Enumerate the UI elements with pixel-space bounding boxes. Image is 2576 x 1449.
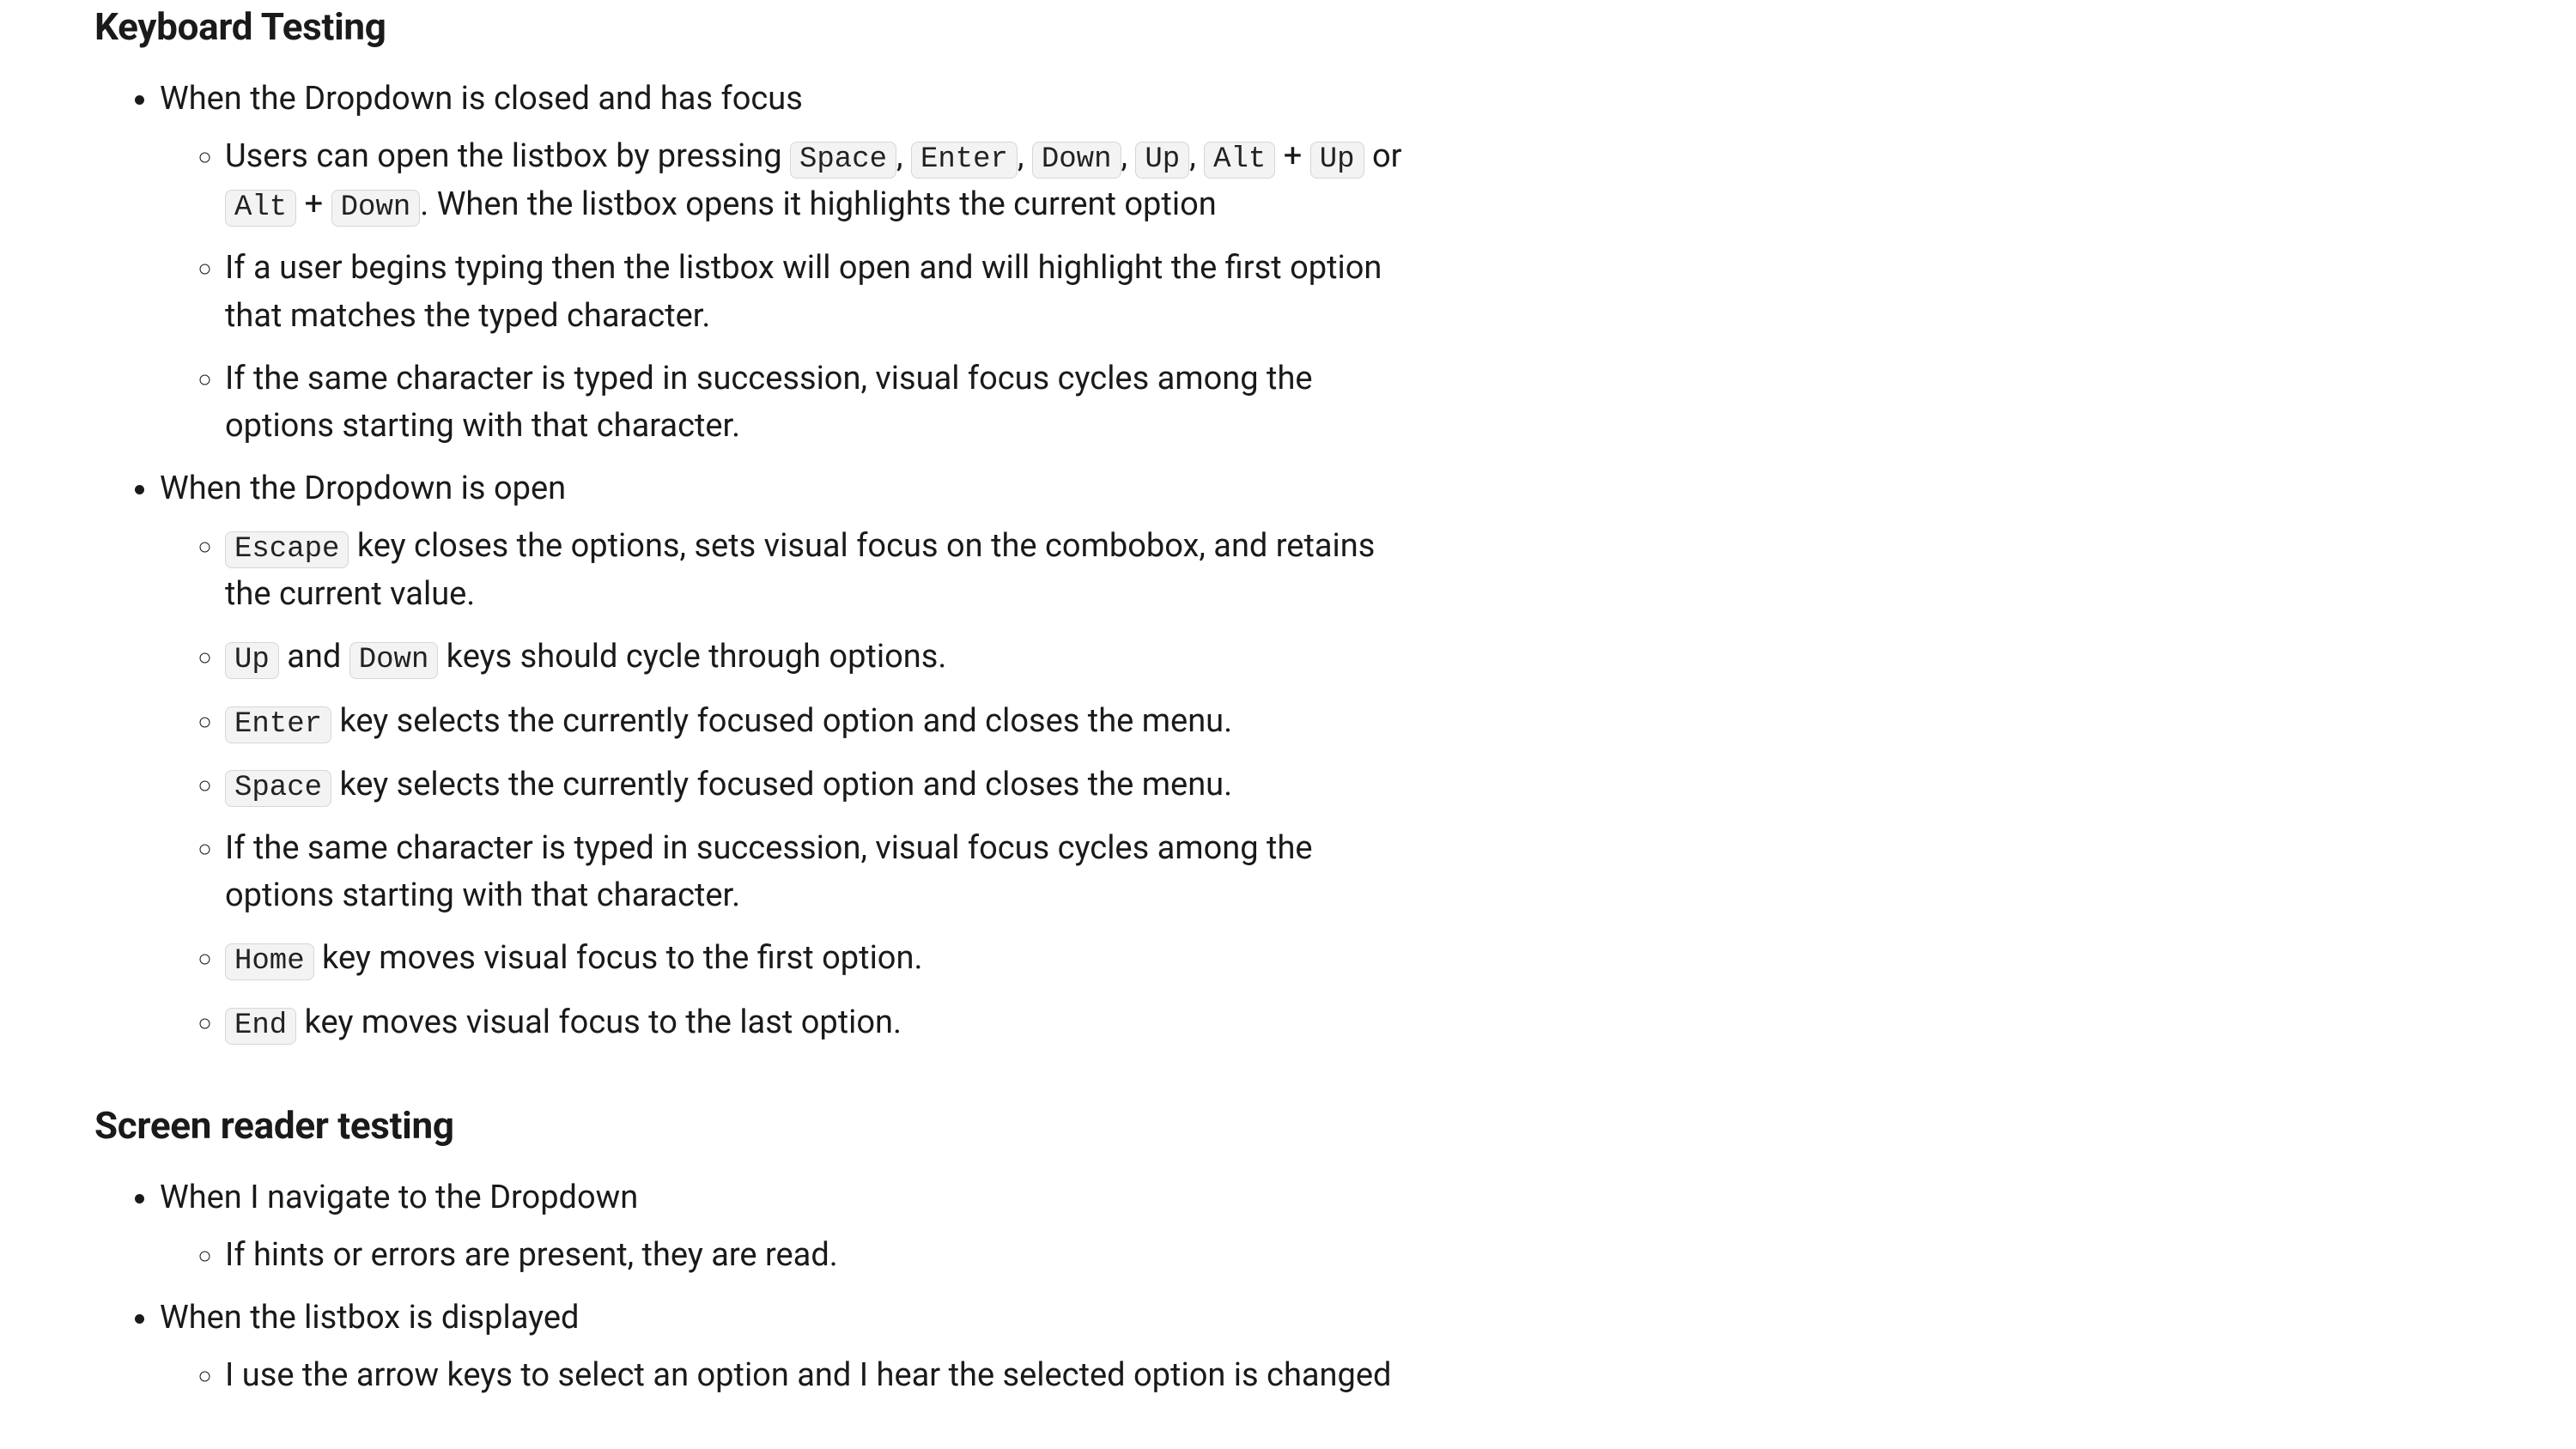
- alt-key: Alt: [1204, 142, 1275, 179]
- escape-key: Escape: [225, 531, 349, 568]
- space-select-item: Space key selects the currently focused …: [225, 761, 1417, 809]
- text-fragment: +: [296, 185, 331, 223]
- document-page: Keyboard Testing When the Dropdown is cl…: [0, 0, 1511, 1398]
- typing-opens-item: If a user begins typing then the listbox…: [225, 245, 1417, 339]
- alt-key: Alt: [225, 190, 296, 227]
- listbox-displayed-sublist: I use the arrow keys to select an option…: [160, 1352, 1417, 1398]
- text-fragment: key selects the currently focused option…: [331, 766, 1232, 803]
- text-fragment: ,: [1018, 137, 1032, 175]
- text-fragment: ,: [1189, 137, 1204, 175]
- listbox-displayed-title: When the listbox is displayed: [160, 1294, 1417, 1342]
- text-fragment: keys should cycle through options.: [438, 638, 946, 676]
- space-key: Space: [790, 142, 896, 179]
- text-fragment: key selects the currently focused option…: [331, 702, 1232, 740]
- open-state-title: When the Dropdown is open: [160, 465, 1417, 512]
- space-key: Space: [225, 770, 331, 807]
- text-fragment: ,: [1121, 137, 1136, 175]
- arrow-keys-item: I use the arrow keys to select an option…: [225, 1352, 1417, 1398]
- closed-state-item: When the Dropdown is closed and has focu…: [160, 76, 1417, 450]
- navigate-title: When I navigate to the Dropdown: [160, 1174, 1417, 1222]
- open-state-item: When the Dropdown is open Escape key clo…: [160, 465, 1417, 1047]
- open-listbox-item: Users can open the listbox by pressing S…: [225, 133, 1417, 230]
- down-key: Down: [349, 642, 439, 679]
- text-fragment: or: [1364, 137, 1402, 175]
- text-fragment: key moves visual focus to the first opti…: [314, 939, 923, 977]
- up-key: Up: [1135, 142, 1189, 179]
- keyboard-testing-list: When the Dropdown is closed and has focu…: [94, 76, 1417, 1047]
- down-key: Down: [1032, 142, 1121, 179]
- enter-select-item: Enter key selects the currently focused …: [225, 698, 1417, 746]
- enter-key: Enter: [225, 706, 331, 743]
- text-fragment: and: [279, 638, 349, 676]
- keyboard-testing-heading: Keyboard Testing: [94, 0, 1417, 55]
- enter-key: Enter: [911, 142, 1018, 179]
- home-key: Home: [225, 943, 314, 980]
- up-down-cycle-item: Up and Down keys should cycle through op…: [225, 634, 1417, 682]
- up-key: Up: [225, 642, 279, 679]
- up-key: Up: [1310, 142, 1364, 179]
- screen-reader-heading: Screen reader testing: [94, 1099, 1417, 1154]
- text-fragment: . When the listbox opens it highlights t…: [420, 185, 1216, 223]
- text-fragment: ,: [896, 137, 911, 175]
- closed-state-sublist: Users can open the listbox by pressing S…: [160, 133, 1417, 450]
- down-key: Down: [331, 190, 421, 227]
- text-fragment: key moves visual focus to the last optio…: [296, 1003, 902, 1041]
- closed-state-title: When the Dropdown is closed and has focu…: [160, 76, 1417, 123]
- escape-key-item: Escape key closes the options, sets visu…: [225, 523, 1417, 618]
- text-fragment: key closes the options, sets visual focu…: [225, 527, 1375, 613]
- navigate-item: When I navigate to the Dropdown If hints…: [160, 1174, 1417, 1279]
- open-state-sublist: Escape key closes the options, sets visu…: [160, 523, 1417, 1047]
- end-key-item: End key moves visual focus to the last o…: [225, 999, 1417, 1047]
- listbox-displayed-item: When the listbox is displayed I use the …: [160, 1294, 1417, 1398]
- same-char-cycle-item: If the same character is typed in succes…: [225, 355, 1417, 450]
- screen-reader-list: When I navigate to the Dropdown If hints…: [94, 1174, 1417, 1398]
- text-fragment: +: [1275, 137, 1309, 175]
- end-key: End: [225, 1008, 296, 1045]
- same-char-cycle-item: If the same character is typed in succes…: [225, 825, 1417, 919]
- text-fragment: Users can open the listbox by pressing: [225, 137, 790, 175]
- home-key-item: Home key moves visual focus to the first…: [225, 935, 1417, 983]
- hints-errors-item: If hints or errors are present, they are…: [225, 1232, 1417, 1279]
- navigate-sublist: If hints or errors are present, they are…: [160, 1232, 1417, 1279]
